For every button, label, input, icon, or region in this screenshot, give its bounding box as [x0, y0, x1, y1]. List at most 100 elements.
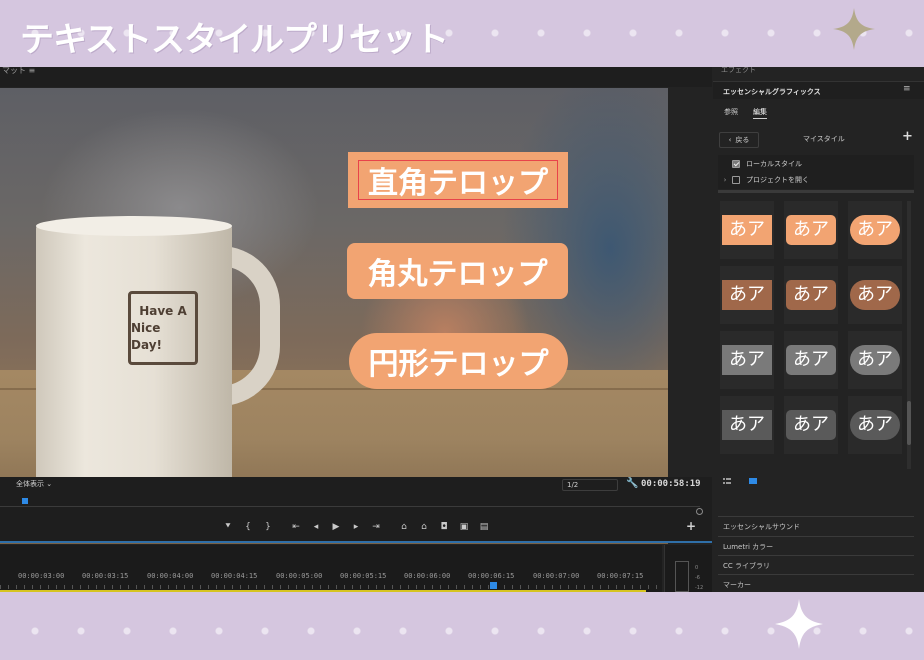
style-thumbnail[interactable]: あア [784, 201, 838, 259]
style-thumbnail[interactable]: あア [848, 396, 902, 454]
fit-label: 全体表示 [16, 480, 44, 488]
back-button[interactable]: ‹ 戻る [719, 132, 759, 148]
go-to-in-icon[interactable]: ⇤ [286, 522, 306, 532]
style-swatch-rounded: あア [786, 280, 836, 310]
transport-controls: ⯆ { } ⇤ ◂ ▶ ▸ ⇥ ⌂ ⌂ ◘ ▣ ▤ [0, 514, 712, 540]
export-frame-icon[interactable]: ◘ [434, 522, 454, 532]
section-essential-sound[interactable]: エッセンシャルサウンド [718, 516, 914, 534]
scale-label: 1/2 [567, 481, 579, 489]
monitor-title: マット ≡ [0, 67, 712, 87]
mini-time-ruler[interactable] [0, 499, 700, 507]
add-style-button[interactable]: + [902, 129, 913, 144]
play-icon[interactable]: ▶ [326, 522, 346, 532]
time-tick: 00:00:07:15 [597, 572, 644, 580]
section-markers[interactable]: マーカー [718, 574, 914, 592]
style-thumbnail[interactable]: あア [784, 331, 838, 389]
section-cc-libraries[interactable]: CC ライブラリ [718, 555, 914, 573]
comparison-icon[interactable]: ▣ [454, 522, 474, 532]
sparkle-icon [833, 8, 875, 50]
timeline-panel[interactable]: 00:00:03:00 00:00:03:15 00:00:04:00 00:0… [0, 545, 662, 592]
work-area-bar[interactable] [0, 590, 646, 592]
time-tick: 00:00:03:00 [18, 572, 65, 580]
style-swatch-pill: あア [850, 410, 900, 440]
style-swatch-pill: あア [850, 345, 900, 375]
timeline-playhead[interactable] [490, 582, 497, 589]
premiere-window: マット ≡ Have A Nice Day! 直角テロップ 角丸テロップ 円形テ… [0, 67, 924, 592]
style-swatch-square: あア [722, 345, 772, 375]
scrollbar-thumb[interactable] [907, 401, 911, 445]
telop-label: 円形テロップ [368, 347, 549, 382]
tree-item-open-project[interactable]: › プロジェクトを開く [718, 173, 809, 187]
meter-label: 0 [695, 565, 699, 571]
lift-icon[interactable]: ⌂ [394, 522, 414, 532]
playhead-marker[interactable] [22, 498, 28, 504]
monitor-border [0, 541, 712, 543]
mug-text-line1: Have A [139, 303, 187, 318]
tree-item-local-styles[interactable]: ローカルスタイル [718, 157, 802, 171]
fit-select[interactable]: 全体表示 ⌄ [12, 479, 56, 491]
time-tick: 00:00:03:15 [82, 572, 129, 580]
marker-icon[interactable]: ⯆ [218, 522, 238, 532]
style-swatch-rounded: あア [786, 215, 836, 245]
telop-rounded[interactable]: 角丸テロップ [347, 243, 568, 299]
mark-out-icon[interactable]: } [258, 522, 278, 532]
step-forward-icon[interactable]: ▸ [346, 522, 366, 532]
style-swatch-square: あア [722, 410, 772, 440]
chevron-right-icon[interactable]: › [718, 176, 732, 184]
go-to-out-icon[interactable]: ⇥ [366, 522, 386, 532]
audio-meter: 0 -6 -12 [664, 545, 712, 592]
style-thumbnail[interactable]: あア [784, 266, 838, 324]
add-button[interactable]: + [686, 519, 696, 533]
checkbox-checked-icon[interactable] [732, 160, 740, 168]
tree-item-label: プロジェクトを開く [746, 176, 809, 184]
chevron-down-icon: ⌄ [46, 480, 53, 488]
tree-item-label: ローカルスタイル [746, 160, 802, 168]
wrench-icon[interactable]: 🔧 [626, 478, 638, 489]
scrollbar[interactable] [907, 201, 911, 469]
telop-pill[interactable]: 円形テロップ [349, 333, 568, 389]
style-swatch-pill: あア [850, 280, 900, 310]
mark-in-icon[interactable]: { [238, 522, 258, 532]
mug-label: Have A Nice Day! [128, 291, 198, 365]
meter-bar [675, 561, 689, 592]
list-view-icon[interactable] [723, 478, 731, 484]
menu-icon[interactable]: ≡ [903, 84, 911, 94]
time-ruler[interactable] [0, 585, 662, 589]
tab-effects[interactable]: エフェクト [721, 67, 756, 77]
checkbox-icon[interactable] [732, 176, 740, 184]
section-lumetri-color[interactable]: Lumetri カラー [718, 536, 914, 554]
selection-box [358, 160, 558, 200]
view-toggles [723, 478, 757, 484]
tab-edit[interactable]: 編集 [753, 107, 767, 119]
style-thumbnail[interactable]: あア [848, 201, 902, 259]
grid-view-icon[interactable] [749, 478, 757, 484]
extract-icon[interactable]: ⌂ [414, 522, 434, 532]
step-back-icon[interactable]: ◂ [306, 522, 326, 532]
style-thumbnail[interactable]: あア [848, 331, 902, 389]
essential-graphics-panel: エフェクト エッセンシャルグラフィックス ≡ 参照 編集 ‹ 戻る マイスタイル… [713, 67, 924, 592]
tab-browse[interactable]: 参照 [724, 107, 738, 117]
telop-square[interactable]: 直角テロップ [348, 152, 568, 208]
style-thumbnail[interactable]: あア [720, 266, 774, 324]
style-swatch-rounded: あア [786, 345, 836, 375]
mug-rim [36, 216, 232, 236]
time-tick: 00:00:04:15 [211, 572, 258, 580]
resolution-select[interactable]: 1/2 [562, 479, 618, 491]
chevron-left-icon: ‹ [728, 136, 732, 144]
time-tick: 00:00:06:00 [404, 572, 451, 580]
sparkle-icon [775, 599, 823, 649]
style-thumbnail[interactable]: あア [720, 201, 774, 259]
meter-label: -6 [695, 575, 700, 581]
style-thumbnail[interactable]: あア [720, 396, 774, 454]
time-tick: 00:00:07:00 [533, 572, 580, 580]
style-swatch-square: あア [722, 280, 772, 310]
time-tick: 00:00:05:15 [340, 572, 387, 580]
style-thumbnail[interactable]: あア [720, 331, 774, 389]
panel-header: エッセンシャルグラフィックス ≡ [713, 81, 924, 99]
style-thumbnail[interactable]: あア [848, 266, 902, 324]
button-editor-icon[interactable]: ▤ [474, 522, 494, 532]
style-thumbnail[interactable]: あア [784, 396, 838, 454]
time-tick: 00:00:04:00 [147, 572, 194, 580]
folder-title: マイスタイル [803, 135, 845, 143]
telop-label: 角丸テロップ [367, 257, 548, 292]
